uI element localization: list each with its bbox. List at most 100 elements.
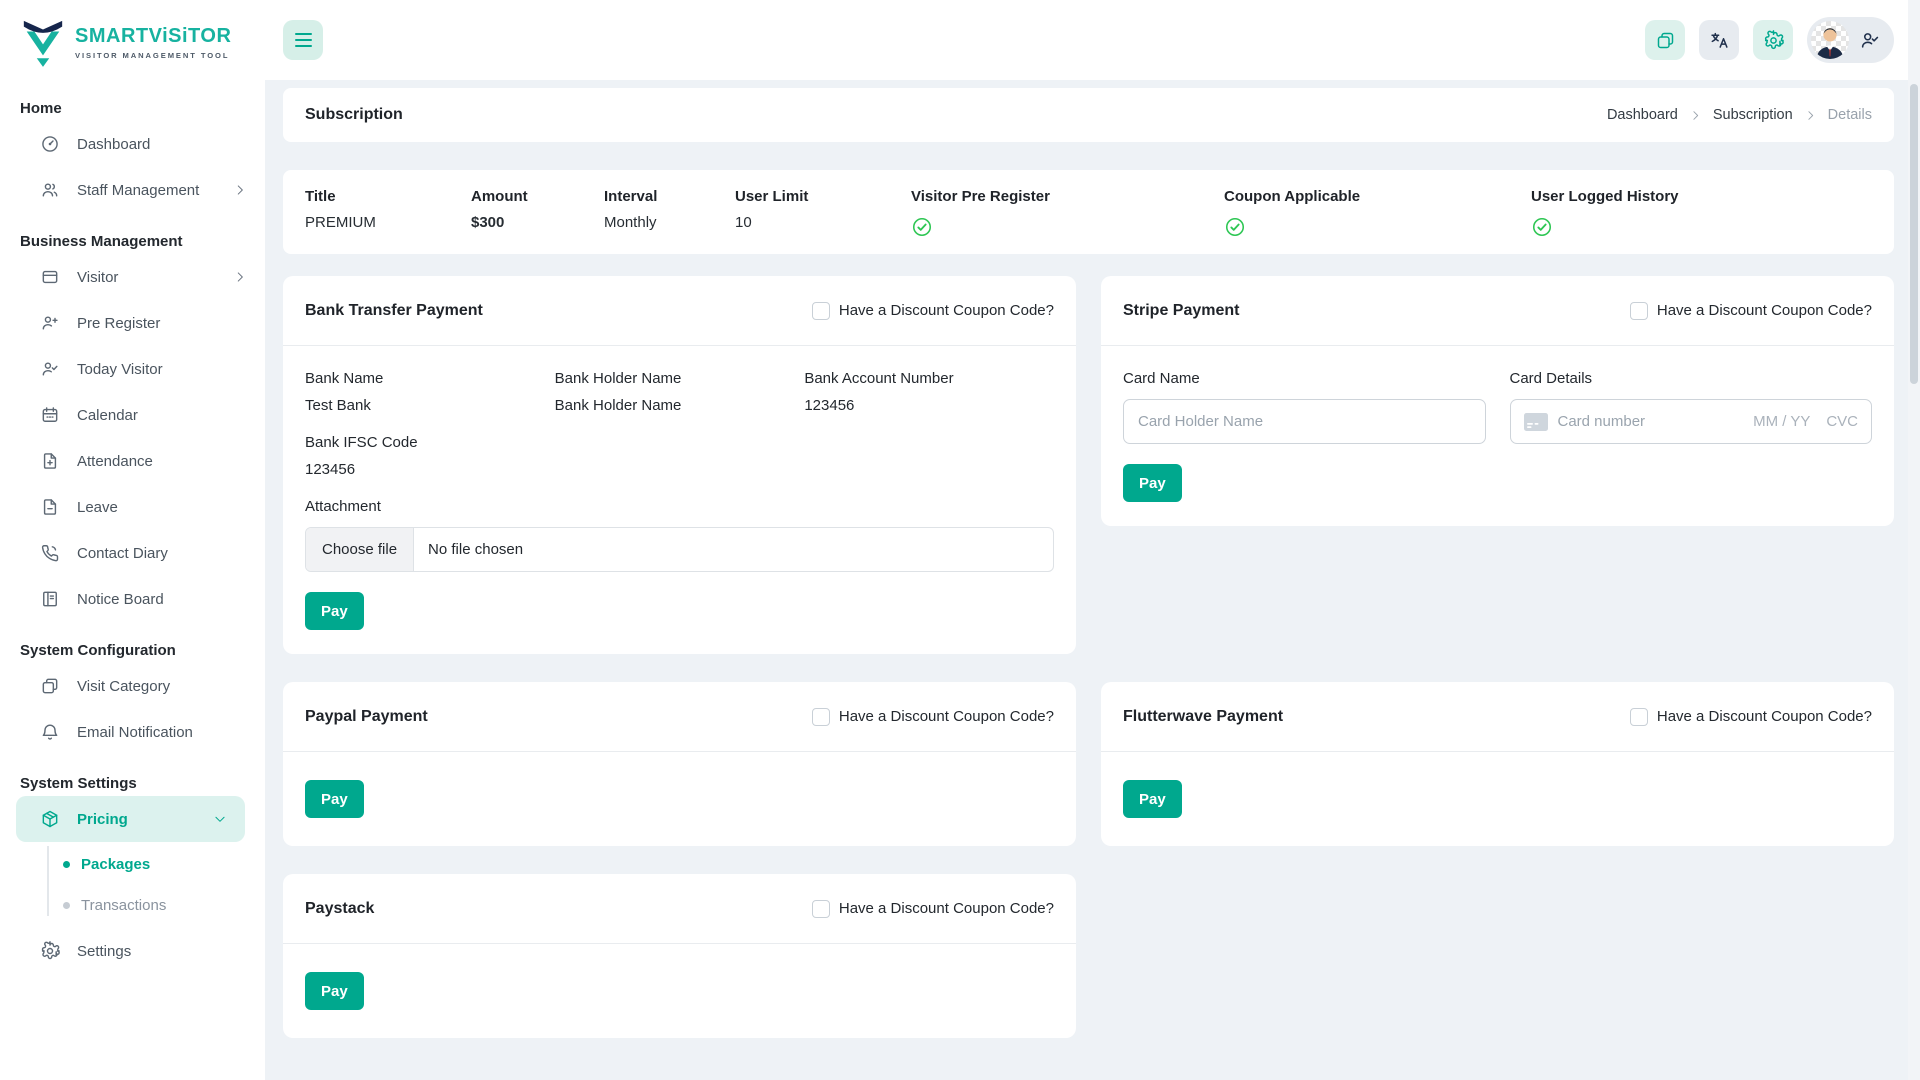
chevron-right-icon: [233, 183, 247, 197]
stripe-pay-button[interactable]: Pay: [1123, 464, 1182, 502]
settings-button[interactable]: [1753, 20, 1793, 60]
sidebar-item-attendance[interactable]: Attendance: [0, 438, 265, 484]
detail-label: User Logged History: [1531, 188, 1679, 205]
user-check-icon: [1859, 29, 1881, 51]
discount-coupon-checkbox[interactable]: [812, 708, 830, 726]
user-menu[interactable]: [1807, 17, 1894, 63]
bank-account-value: 123456: [804, 397, 1054, 414]
sidebar-item-pricing[interactable]: Pricing: [16, 796, 245, 842]
detail-label: Coupon Applicable: [1224, 188, 1531, 205]
sidebar-item-contact-diary[interactable]: Contact Diary: [0, 530, 265, 576]
sidebar-item-dashboard[interactable]: Dashboard: [0, 121, 265, 167]
avatar-person-icon: [1811, 21, 1849, 59]
package-icon: [40, 809, 60, 829]
sidebar-item-today-visitor[interactable]: Today Visitor: [0, 346, 265, 392]
sidebar-item-label: Today Visitor: [77, 361, 163, 378]
sidebar-item-leave[interactable]: Leave: [0, 484, 265, 530]
sidebar-item-settings[interactable]: Settings: [0, 928, 265, 974]
discount-coupon-row: Have a Discount Coupon Code?: [1630, 708, 1872, 726]
bank-holder-label: Bank Holder Name: [555, 370, 805, 387]
discount-coupon-row: Have a Discount Coupon Code?: [812, 900, 1054, 918]
detail-value: Monthly: [604, 214, 735, 231]
discount-coupon-row: Have a Discount Coupon Code?: [812, 302, 1054, 320]
topbar: [265, 0, 1920, 80]
sidebar-item-label: Settings: [77, 943, 131, 960]
sidebar-item-label: Notice Board: [77, 591, 164, 608]
chevron-right-icon: [233, 270, 247, 284]
bank-transfer-card: Bank Transfer Payment Have a Discount Co…: [283, 276, 1076, 654]
sidebar-item-notice-board[interactable]: Notice Board: [0, 576, 265, 622]
topbar-actions: [1645, 17, 1894, 63]
discount-coupon-checkbox[interactable]: [1630, 708, 1648, 726]
discount-coupon-checkbox[interactable]: [1630, 302, 1648, 320]
menu-toggle-button[interactable]: [283, 20, 323, 60]
dashboard-icon: [40, 134, 60, 154]
card-name-label: Card Name: [1123, 370, 1486, 387]
bank-name-value: Test Bank: [305, 397, 555, 414]
paystack-pay-button[interactable]: Pay: [305, 972, 364, 1010]
breadcrumb-dashboard[interactable]: Dashboard: [1607, 107, 1678, 123]
card-expiry-placeholder: MM / YY: [1753, 413, 1810, 430]
copy-button[interactable]: [1645, 20, 1685, 60]
sidebar-item-calendar[interactable]: Calendar: [0, 392, 265, 438]
sidebar-subitem-transactions[interactable]: Transactions: [0, 885, 265, 926]
card-title: Flutterwave Payment: [1123, 708, 1283, 726]
person-check-icon: [40, 359, 60, 379]
card-details-input[interactable]: Card number MM / YY CVC: [1510, 399, 1873, 444]
paypal-payment-card: Paypal Payment Have a Discount Coupon Co…: [283, 682, 1076, 846]
sidebar-item-label: Visitor: [77, 269, 118, 286]
person-plus-icon: [40, 313, 60, 333]
sidebar-item-label: Pre Register: [77, 315, 160, 332]
brand-logo[interactable]: SMARTViSiTOR VISITOR MANAGEMENT TOOL: [0, 0, 265, 76]
check-circle-icon: [1531, 216, 1553, 238]
file-plus-icon: [40, 451, 60, 471]
choose-file-button[interactable]: Choose file: [306, 528, 414, 571]
discount-coupon-label: Have a Discount Coupon Code?: [839, 900, 1054, 917]
detail-value: $300: [471, 214, 604, 231]
sidebar-nav: Home Dashboard Staff Management Business…: [0, 76, 265, 974]
sidebar-item-label: Visit Category: [77, 678, 170, 695]
paypal-pay-button[interactable]: Pay: [305, 780, 364, 818]
chevron-down-icon: [213, 812, 227, 826]
attachment-file-input[interactable]: Choose file No file chosen: [305, 527, 1054, 572]
attachment-label: Attachment: [305, 498, 1054, 515]
discount-coupon-label: Have a Discount Coupon Code?: [839, 302, 1054, 319]
discount-coupon-label: Have a Discount Coupon Code?: [1657, 708, 1872, 725]
bullet-icon: [63, 902, 70, 909]
bank-pay-button[interactable]: Pay: [305, 592, 364, 630]
sidebar-subitem-packages[interactable]: Packages: [0, 844, 265, 885]
sidebar-item-pre-register[interactable]: Pre Register: [0, 300, 265, 346]
card-number-placeholder: Card number: [1558, 413, 1646, 430]
sidebar-heading-business: Business Management: [0, 233, 265, 250]
sidebar-item-label: Staff Management: [77, 182, 199, 199]
discount-coupon-label: Have a Discount Coupon Code?: [839, 708, 1054, 725]
discount-coupon-checkbox[interactable]: [812, 302, 830, 320]
bank-name-label: Bank Name: [305, 370, 555, 387]
sidebar-heading-system-settings: System Settings: [0, 775, 265, 792]
staff-icon: [40, 180, 60, 200]
sidebar-item-visitor[interactable]: Visitor: [0, 254, 265, 300]
stripe-payment-card: Stripe Payment Have a Discount Coupon Co…: [1101, 276, 1894, 526]
sidebar-item-label: Contact Diary: [77, 545, 168, 562]
sidebar-item-email-notification[interactable]: Email Notification: [0, 709, 265, 755]
gear-icon: [40, 941, 60, 961]
bank-holder-value: Bank Holder Name: [555, 397, 805, 414]
card-cvc-placeholder: CVC: [1826, 413, 1858, 430]
language-button[interactable]: [1699, 20, 1739, 60]
sidebar-item-staff-management[interactable]: Staff Management: [0, 167, 265, 213]
window-scrollbar[interactable]: [1908, 0, 1920, 1080]
detail-label: Interval: [604, 188, 735, 205]
discount-coupon-row: Have a Discount Coupon Code?: [812, 708, 1054, 726]
file-status-text: No file chosen: [414, 541, 537, 558]
detail-label: User Limit: [735, 188, 911, 205]
detail-label: Amount: [471, 188, 604, 205]
calendar-icon: [40, 405, 60, 425]
flutterwave-pay-button[interactable]: Pay: [1123, 780, 1182, 818]
sidebar-item-label: Dashboard: [77, 136, 150, 153]
breadcrumb-subscription[interactable]: Subscription: [1713, 107, 1793, 123]
card-holder-name-input[interactable]: [1123, 399, 1486, 444]
scrollbar-thumb[interactable]: [1910, 84, 1918, 384]
sidebar-item-visit-category[interactable]: Visit Category: [0, 663, 265, 709]
discount-coupon-checkbox[interactable]: [812, 900, 830, 918]
sidebar-heading-home: Home: [0, 100, 265, 117]
